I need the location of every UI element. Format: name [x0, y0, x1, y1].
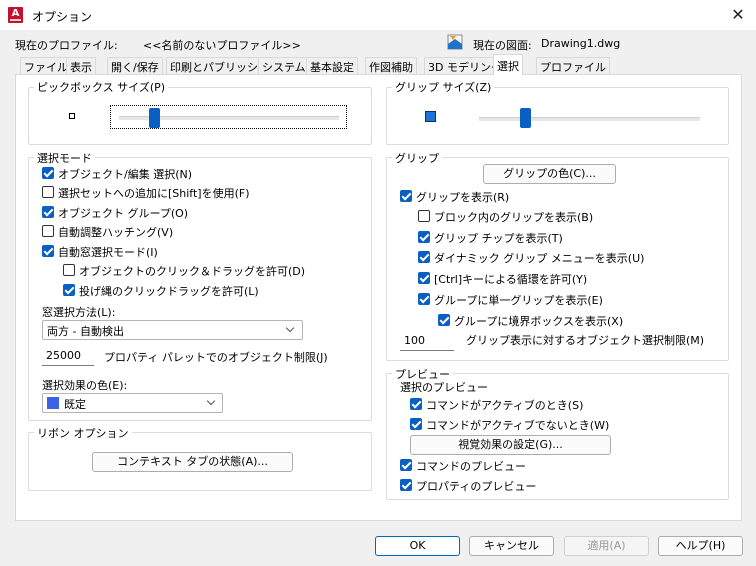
grip-preview-square: [425, 111, 436, 122]
ctrl-cycling-label: [Ctrl]キーによる循環を許可(Y): [434, 273, 588, 286]
drawing-file-icon: [447, 34, 463, 50]
shift-add-label: 選択セットへの追加に[Shift]を使用(F): [58, 187, 250, 200]
grip-size-label: グリップ サイズ(Z): [392, 79, 495, 95]
object-limit-value: 25000: [46, 349, 81, 362]
apply-button: 適用(A): [564, 536, 649, 556]
grip-preview: [400, 98, 460, 138]
tab-open-save[interactable]: 開く/保存: [107, 57, 163, 74]
grip-size-slider-track: [479, 117, 700, 121]
pickbox-slider-thumb[interactable]: [149, 108, 161, 128]
object-grouping-label: オブジェクト グループ(O): [58, 207, 189, 220]
pickbox-preview: [42, 98, 102, 138]
ribbon-options-label: リボン オプション: [34, 425, 132, 441]
property-preview-checkbox[interactable]: [400, 479, 412, 491]
tab-display[interactable]: 表示: [66, 57, 96, 74]
current-drawing-value: Drawing1.dwg: [541, 37, 621, 50]
title-bar: A オプション ✕: [0, 0, 756, 30]
selection-preview-label: 選択のプレビュー: [400, 381, 488, 394]
grip-size-slider-thumb[interactable]: [520, 108, 532, 128]
help-button[interactable]: ヘルプ(H): [658, 536, 743, 556]
dynamic-grip-menu-label: ダイナミック グリップ メニューを表示(U): [434, 252, 645, 265]
chevron-down-icon: [285, 323, 295, 333]
associative-hatch-checkbox[interactable]: [42, 225, 54, 237]
grips-in-blocks-checkbox[interactable]: [418, 210, 430, 222]
tab-profiles[interactable]: プロファイル: [536, 57, 610, 74]
grip-object-limit-input[interactable]: 100: [400, 331, 454, 351]
lasso-press-drag-label: 投げ縄のクリックドラッグを許可(L): [79, 285, 259, 298]
window-method-value: 両方 - 自動検出: [47, 325, 124, 338]
selection-modes-label: 選択モード: [34, 150, 95, 166]
tab-selection[interactable]: 選択: [493, 54, 523, 75]
pickbox-preview-square: [69, 113, 75, 119]
bounding-box-groups-checkbox[interactable]: [438, 314, 450, 326]
single-grip-groups-checkbox[interactable]: [418, 293, 430, 305]
show-grips-checkbox[interactable]: [400, 190, 412, 202]
command-active-label: コマンドがアクティブのとき(S): [426, 399, 584, 412]
window-title: オプション: [32, 10, 93, 24]
press-drag-object-label: オブジェクトのクリック＆ドラッグを許可(D): [79, 265, 306, 278]
grip-object-limit-value: 100: [404, 334, 425, 347]
ok-button[interactable]: OK: [375, 536, 460, 556]
implied-windowing-checkbox[interactable]: [42, 245, 54, 257]
dynamic-grip-menu-checkbox[interactable]: [418, 251, 430, 263]
single-grip-groups-label: グループに単一グリップを表示(E): [434, 294, 603, 307]
chevron-down-icon: [206, 396, 216, 406]
grip-colors-button[interactable]: グリップの色(C)...: [483, 164, 616, 184]
command-preview-label: コマンドのプレビュー: [416, 460, 526, 473]
press-drag-object-checkbox[interactable]: [63, 264, 75, 276]
show-grips-label: グリップを表示(R): [416, 191, 510, 204]
implied-windowing-label: 自動窓選択モード(I): [58, 246, 158, 259]
object-limit-input[interactable]: 25000: [42, 346, 94, 366]
grips-in-blocks-label: ブロック内のグリップを表示(B): [434, 211, 594, 224]
window-method-label: 窓選択方法(L):: [42, 306, 116, 319]
property-preview-label: プロパティのプレビュー: [416, 480, 537, 493]
window-method-dropdown[interactable]: 両方 - 自動検出: [42, 320, 303, 340]
lasso-press-drag-checkbox[interactable]: [63, 284, 75, 296]
contextual-tab-states-button[interactable]: コンテキスト タブの状態(A)...: [92, 452, 293, 472]
tab-user-preferences[interactable]: 基本設定: [306, 57, 358, 74]
tab-files[interactable]: ファイル: [20, 57, 72, 74]
object-edit-selection-checkbox[interactable]: [42, 167, 54, 179]
close-icon[interactable]: ✕: [726, 4, 750, 26]
grip-tips-label: グリップ チップを表示(T): [434, 232, 563, 245]
tab-drafting[interactable]: 作図補助: [365, 57, 417, 74]
grips-label: グリップ: [392, 150, 442, 166]
grip-object-limit-label: グリップ表示に対するオブジェクト選択制限(M): [466, 334, 705, 347]
command-preview-checkbox[interactable]: [400, 459, 412, 471]
effect-color-label: 選択効果の色(E):: [42, 379, 128, 392]
object-limit-label: プロパティ パレットでのオブジェクト制限(J): [104, 351, 328, 364]
current-profile-value: <<名前のないプロファイル>>: [143, 39, 301, 52]
command-active-checkbox[interactable]: [410, 398, 422, 410]
pickbox-size-label: ピックボックス サイズ(P): [34, 79, 169, 95]
shift-add-checkbox[interactable]: [42, 186, 54, 198]
current-drawing-label: 現在の図面:: [473, 39, 532, 52]
effect-color-dropdown[interactable]: 既定: [42, 393, 223, 413]
object-grouping-checkbox[interactable]: [42, 206, 54, 218]
visual-effect-settings-button[interactable]: 視覚効果の設定(G)...: [410, 435, 611, 455]
tab-plot-publish[interactable]: 印刷とパブリッシュ: [166, 57, 273, 74]
ctrl-cycling-checkbox[interactable]: [418, 272, 430, 284]
autocad-app-icon: A: [8, 7, 23, 23]
effect-color-swatch: [47, 397, 59, 409]
cancel-button[interactable]: キャンセル: [469, 536, 554, 556]
no-command-active-checkbox[interactable]: [410, 418, 422, 430]
associative-hatch-label: 自動調整ハッチング(V): [58, 226, 174, 239]
bounding-box-groups-label: グループに境界ボックスを表示(X): [454, 315, 624, 328]
object-edit-selection-label: オブジェクト/編集 選択(N): [58, 168, 193, 181]
current-profile-label: 現在のプロファイル:: [15, 39, 118, 52]
effect-color-value: 既定: [64, 398, 86, 411]
grip-tips-checkbox[interactable]: [418, 231, 430, 243]
tab-system[interactable]: システム: [258, 57, 310, 74]
no-command-active-label: コマンドがアクティブでないとき(W): [426, 419, 610, 432]
